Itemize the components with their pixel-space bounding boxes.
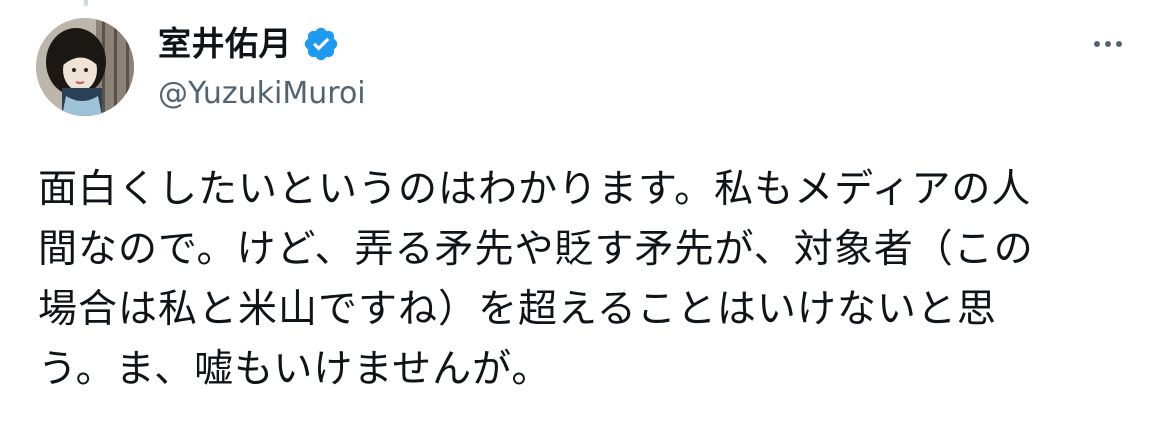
more-dot: [1105, 41, 1111, 47]
tweet-text-line: 間なので。けど、弄る矛先や貶す矛先が、対象者（この: [38, 227, 1034, 272]
more-horizontal-icon: [1094, 41, 1100, 47]
avatar-photo: [36, 18, 134, 116]
tweet-text-line: 場合は私と米山ですね）を超えることはいけないと思: [38, 287, 997, 332]
tweet-text-line: う。ま、嘘もいけませんが。: [38, 347, 552, 392]
author-display-name[interactable]: 室井佑月: [158, 22, 292, 66]
verified-badge-icon[interactable]: [302, 25, 340, 63]
author-handle[interactable]: @YuzukiMuroi: [158, 74, 366, 114]
thread-connector-line: [84, 0, 88, 6]
author-name-row: 室井佑月: [158, 22, 340, 66]
more-dot: [1116, 41, 1122, 47]
avatar[interactable]: [36, 18, 134, 116]
tweet-text-line: 面白くしたいというのはわかります。私もメディアの人: [38, 167, 1032, 212]
tweet-text: 面白くしたいというのはわかります。私もメディアの人 間なので。けど、弄る矛先や貶…: [38, 160, 1148, 400]
more-options-button[interactable]: [1083, 26, 1133, 62]
